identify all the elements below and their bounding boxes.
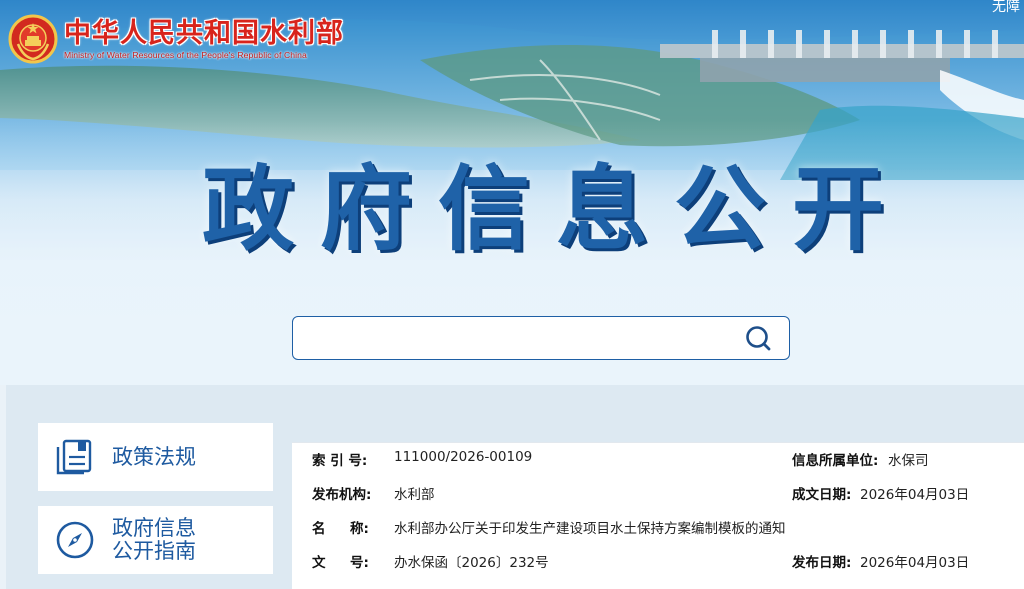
publisher-value: 水利部: [394, 487, 435, 503]
doc-number-value: 办水保函〔2026〕232号: [394, 555, 549, 571]
table-row: 索 引 号: 111000/2026-00109 信息所属单位: 水保司: [292, 449, 1024, 481]
sidebar-item-label: 政府信息 公开指南: [112, 517, 196, 563]
table-row: 文 号: 办水保函〔2026〕232号 发布日期: 2026年04月03日: [292, 551, 1024, 583]
index-number-label: 索 引 号:: [312, 453, 368, 469]
sidebar-item-disclosure-guide[interactable]: 政府信息 公开指南: [38, 506, 273, 574]
ministry-name-cn: 中华人民共和国水利部: [64, 17, 344, 49]
table-row: 名 称: 水利部办公厅关于印发生产建设项目水土保持方案编制模板的通知: [292, 517, 1024, 549]
sidebar-item-label: 政策法规: [112, 444, 196, 469]
publisher-label: 发布机构:: [312, 487, 372, 503]
document-list-icon: [56, 439, 92, 475]
accessibility-link[interactable]: 无障: [992, 0, 1020, 16]
search-icon: [746, 326, 771, 351]
doc-number-label-char-1: 文: [312, 555, 326, 571]
created-date-label: 成文日期:: [792, 487, 852, 503]
unit-label: 信息所属单位:: [792, 453, 879, 469]
table-row: 发布机构: 水利部 成文日期: 2026年04月03日: [292, 483, 1024, 515]
label-line-1: 政府信息: [112, 516, 196, 540]
published-date-value: 2026年04月03日: [860, 555, 970, 571]
doc-number-label-char-2: 号:: [350, 555, 369, 571]
index-number-value: 111000/2026-00109: [394, 449, 533, 465]
ministry-name-en: Ministry of Water Resources of the Peopl…: [64, 49, 307, 60]
unit-value: 水保司: [888, 453, 929, 469]
ministry-logo[interactable]: 中华人民共和国水利部 Ministry of Water Resources o…: [8, 14, 344, 64]
search-button[interactable]: [743, 324, 775, 354]
name-label-char-1: 名: [312, 521, 326, 537]
created-date-value: 2026年04月03日: [860, 487, 970, 503]
label-line-2: 公开指南: [112, 539, 196, 563]
document-name-value: 水利部办公厅关于印发生产建设项目水土保持方案编制模板的通知: [394, 521, 786, 537]
search-input[interactable]: [303, 323, 727, 355]
search-bar: [292, 316, 790, 360]
header-banner: 中华人民共和国水利部 Ministry of Water Resources o…: [0, 0, 1024, 385]
compass-icon: [56, 521, 94, 559]
sidebar-item-policies[interactable]: 政策法规: [38, 423, 273, 491]
document-info-table: 索 引 号: 111000/2026-00109 信息所属单位: 水保司 发布机…: [292, 442, 1024, 589]
page-title: 政府信息公开: [202, 156, 911, 263]
national-emblem-icon: [8, 14, 58, 64]
name-label-char-2: 称:: [350, 521, 369, 537]
published-date-label: 发布日期:: [792, 555, 852, 571]
